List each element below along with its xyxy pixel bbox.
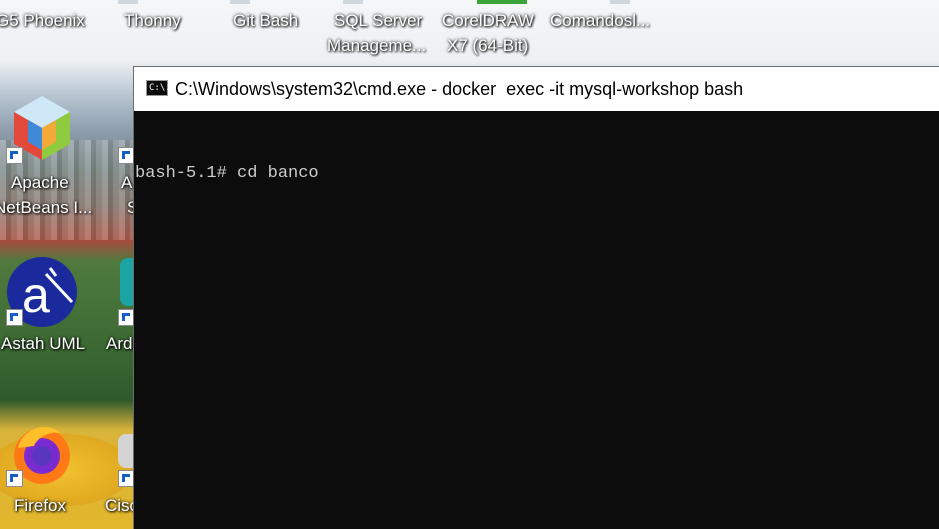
window-title: C:\Windows\system32\cmd.exe - docker exe… — [175, 79, 744, 99]
terminal-output[interactable]: bash-5.1# cd banco — [134, 111, 939, 529]
desktop-icon-label-thonny[interactable]: Thonny — [124, 8, 181, 33]
desktop-icon-label-git-bash[interactable]: Git Bash — [233, 8, 298, 33]
cmd-app-icon-text: C:\. — [149, 83, 171, 93]
desktop-icon-label-sql-server-line2[interactable]: Manageme... — [327, 33, 426, 58]
cisco-icon[interactable] — [118, 434, 134, 468]
terminal-line: bash-5.1# cd banco — [135, 164, 319, 183]
desktop-icon-label-coreldraw-line2[interactable]: X7 (64-Bit) — [447, 33, 528, 58]
desktop-icon-label-sql-server[interactable]: SQL Server — [334, 8, 422, 33]
desktop-icon-label-partial-ard[interactable]: Ard — [106, 331, 132, 356]
shortcut-arrow-icon — [6, 147, 23, 164]
git-bash-icon[interactable] — [230, 0, 250, 4]
desktop-icon-label-coreldraw[interactable]: CorelDRAW — [442, 8, 534, 33]
window-titlebar[interactable]: C:\. C:\Windows\system32\cmd.exe - docke… — [134, 67, 939, 111]
desktop-icon-label-netbeans[interactable]: Apache — [11, 170, 69, 195]
desktop-icon-label-partial-a[interactable]: A — [121, 170, 132, 195]
shortcut-arrow-icon — [6, 470, 23, 487]
sql-server-icon[interactable] — [343, 0, 363, 4]
desktop-icon-label-astah[interactable]: Astah UML — [1, 331, 85, 356]
thonny-icon[interactable] — [118, 0, 138, 4]
desktop-icon-label-netbeans-line2[interactable]: NetBeans I... — [0, 195, 92, 220]
desktop-icon-label-firefox[interactable]: Firefox — [14, 493, 66, 518]
comandos-icon[interactable] — [610, 0, 630, 4]
coreldraw-icon[interactable] — [477, 0, 527, 4]
desktop-icon-label-g5-phoenix[interactable]: G5 Phoenix — [0, 8, 85, 33]
cmd-window[interactable]: C:\. C:\Windows\system32\cmd.exe - docke… — [133, 66, 939, 529]
arduino-icon[interactable] — [120, 258, 134, 306]
shortcut-arrow-icon — [6, 309, 23, 326]
cmd-app-icon[interactable]: C:\. — [146, 80, 171, 96]
desktop-icon-label-comandos[interactable]: Comandosl... — [550, 8, 650, 33]
